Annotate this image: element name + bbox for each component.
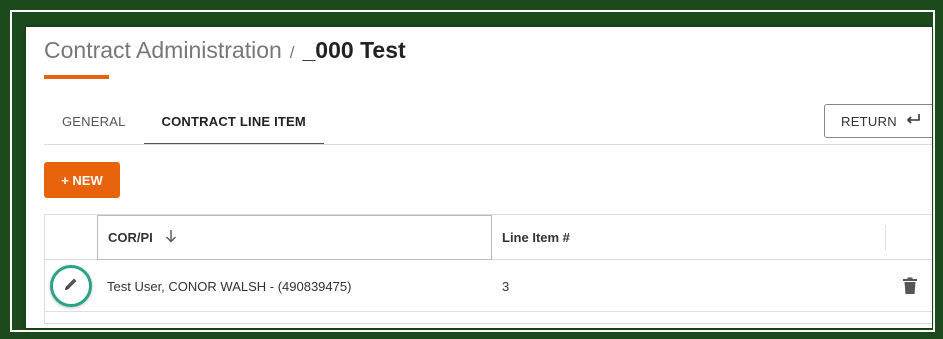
- pencil-icon: [63, 276, 79, 297]
- column-header-cor-pi[interactable]: COR/PI: [97, 215, 492, 260]
- trash-icon[interactable]: [902, 277, 918, 295]
- column-header-line-item[interactable]: Line Item #: [492, 215, 887, 260]
- return-arrow-icon: [905, 113, 921, 129]
- tabs-divider: [44, 144, 932, 145]
- return-button[interactable]: RETURN: [824, 104, 932, 138]
- column-header-cor-pi-label: COR/PI: [108, 230, 153, 245]
- screenshot-frame: Contract Administration / _000 Test GENE…: [0, 0, 943, 339]
- column-header-line-item-label: Line Item #: [502, 230, 570, 245]
- breadcrumb-parent-link[interactable]: Contract Administration: [44, 37, 282, 64]
- line-items-table: COR/PI Line Item # Test User, CONOR WALS…: [44, 214, 932, 324]
- contract-panel: Contract Administration / _000 Test GENE…: [26, 27, 932, 328]
- tab-bar: GENERAL CONTRACT LINE ITEM: [44, 105, 324, 145]
- cell-cor-pi: Test User, CONOR WALSH - (490839475): [107, 278, 352, 294]
- edit-button[interactable]: [50, 265, 92, 307]
- breadcrumb-separator: /: [289, 43, 295, 62]
- page-title: _000 Test: [302, 37, 406, 63]
- arrow-down-icon[interactable]: [165, 229, 177, 247]
- table-header: COR/PI Line Item #: [45, 215, 932, 260]
- return-button-label: RETURN: [841, 113, 897, 129]
- column-divider: [885, 225, 886, 250]
- new-button[interactable]: + NEW: [44, 162, 120, 198]
- table-row: Test User, CONOR WALSH - (490839475) 3: [45, 260, 932, 312]
- breadcrumb: Contract Administration / _000 Test: [44, 37, 406, 64]
- cell-line-item: 3: [502, 278, 510, 294]
- title-accent-underline: [44, 75, 109, 79]
- tab-contract-line-item[interactable]: CONTRACT LINE ITEM: [143, 105, 324, 145]
- tab-general[interactable]: GENERAL: [44, 105, 144, 145]
